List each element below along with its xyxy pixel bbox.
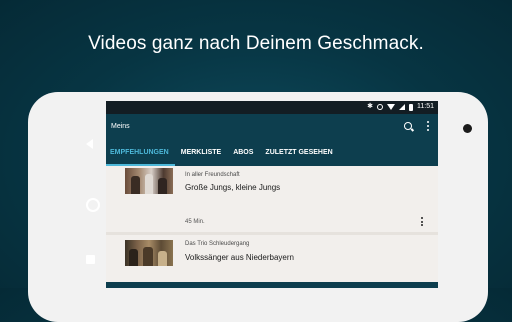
video-card[interactable]: In aller Freundschaft Große Jungs, klein… bbox=[106, 166, 438, 232]
tab-empfehlungen[interactable]: EMPFEHLUNGEN bbox=[106, 141, 175, 166]
video-channel: Das Trio Schleudergang bbox=[185, 241, 250, 247]
status-bar: ✱ 11:51 bbox=[106, 101, 438, 114]
back-icon[interactable] bbox=[86, 139, 93, 149]
app-toolbar: Meins bbox=[106, 114, 438, 141]
video-thumbnail[interactable] bbox=[125, 168, 173, 194]
video-channel: In aller Freundschaft bbox=[185, 172, 240, 178]
video-card[interactable]: Das Trio Schleudergang Volkssänger aus N… bbox=[106, 235, 438, 288]
video-title[interactable]: Große Jungs, kleine Jungs bbox=[185, 183, 280, 192]
promo-headline: Videos ganz nach Deinem Geschmack. bbox=[88, 33, 424, 54]
tab-zuletzt-gesehen[interactable]: ZULETZT GESEHEN bbox=[259, 141, 338, 166]
bottom-navigation bbox=[106, 282, 438, 288]
video-title[interactable]: Volkssänger aus Niederbayern bbox=[185, 253, 294, 262]
search-icon[interactable] bbox=[404, 122, 412, 130]
do-not-disturb-icon bbox=[377, 104, 383, 110]
wifi-icon bbox=[387, 104, 395, 110]
app-screen: ✱ 11:51 Meins EMPFEHLUNGEN MERKLISTE ABO… bbox=[106, 101, 438, 288]
tab-merkliste[interactable]: MERKLISTE bbox=[175, 141, 227, 166]
video-thumbnail[interactable] bbox=[125, 240, 173, 266]
home-icon[interactable] bbox=[86, 198, 100, 212]
overflow-menu-icon[interactable] bbox=[427, 121, 429, 133]
status-time: 11:51 bbox=[417, 103, 434, 110]
tab-bar: EMPFEHLUNGEN MERKLISTE ABOS ZULETZT GESE… bbox=[106, 141, 438, 166]
battery-icon bbox=[409, 103, 413, 111]
video-duration: 45 Min. bbox=[185, 219, 205, 225]
camera-icon bbox=[463, 124, 472, 133]
recent-apps-icon[interactable] bbox=[86, 255, 95, 264]
tab-abos[interactable]: ABOS bbox=[227, 141, 259, 166]
signal-icon bbox=[399, 104, 405, 110]
more-options-icon[interactable] bbox=[421, 217, 423, 228]
page-title: Meins bbox=[111, 123, 130, 130]
bluetooth-icon: ✱ bbox=[367, 103, 373, 110]
